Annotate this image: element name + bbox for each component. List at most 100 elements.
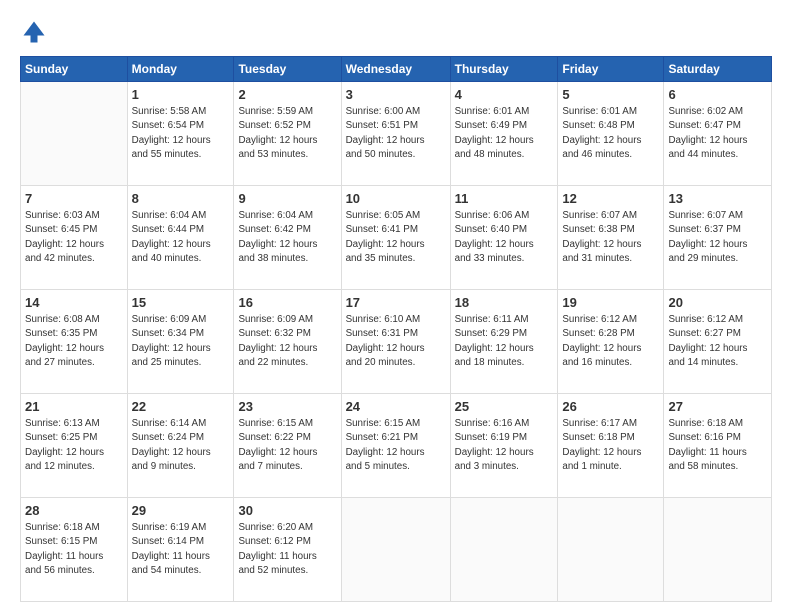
weekday-header-friday: Friday — [558, 57, 664, 82]
weekday-header-sunday: Sunday — [21, 57, 128, 82]
day-cell-24: 24Sunrise: 6:15 AM Sunset: 6:21 PM Dayli… — [341, 394, 450, 498]
day-cell-19: 19Sunrise: 6:12 AM Sunset: 6:28 PM Dayli… — [558, 290, 664, 394]
day-info: Sunrise: 6:12 AM Sunset: 6:27 PM Dayligh… — [668, 313, 767, 370]
day-info: Sunrise: 6:17 AM Sunset: 6:18 PM Dayligh… — [562, 417, 659, 474]
day-cell-13: 13Sunrise: 6:07 AM Sunset: 6:37 PM Dayli… — [664, 186, 772, 290]
day-number: 29 — [132, 502, 230, 520]
day-info: Sunrise: 6:13 AM Sunset: 6:25 PM Dayligh… — [25, 417, 123, 474]
day-cell-9: 9Sunrise: 6:04 AM Sunset: 6:42 PM Daylig… — [234, 186, 341, 290]
calendar-body: 1Sunrise: 5:58 AM Sunset: 6:54 PM Daylig… — [21, 82, 772, 602]
day-cell-21: 21Sunrise: 6:13 AM Sunset: 6:25 PM Dayli… — [21, 394, 128, 498]
day-number: 19 — [562, 294, 659, 312]
day-cell-3: 3Sunrise: 6:00 AM Sunset: 6:51 PM Daylig… — [341, 82, 450, 186]
day-number: 26 — [562, 398, 659, 416]
day-cell-14: 14Sunrise: 6:08 AM Sunset: 6:35 PM Dayli… — [21, 290, 128, 394]
day-info: Sunrise: 6:09 AM Sunset: 6:34 PM Dayligh… — [132, 313, 230, 370]
day-number: 6 — [668, 86, 767, 104]
weekday-header-wednesday: Wednesday — [341, 57, 450, 82]
day-info: Sunrise: 6:14 AM Sunset: 6:24 PM Dayligh… — [132, 417, 230, 474]
day-info: Sunrise: 6:07 AM Sunset: 6:37 PM Dayligh… — [668, 209, 767, 266]
day-info: Sunrise: 6:01 AM Sunset: 6:48 PM Dayligh… — [562, 105, 659, 162]
day-info: Sunrise: 6:00 AM Sunset: 6:51 PM Dayligh… — [346, 105, 446, 162]
day-cell-22: 22Sunrise: 6:14 AM Sunset: 6:24 PM Dayli… — [127, 394, 234, 498]
day-info: Sunrise: 6:19 AM Sunset: 6:14 PM Dayligh… — [132, 521, 230, 578]
day-info: Sunrise: 5:58 AM Sunset: 6:54 PM Dayligh… — [132, 105, 230, 162]
empty-cell — [664, 498, 772, 602]
header — [20, 18, 772, 46]
day-number: 12 — [562, 190, 659, 208]
day-number: 14 — [25, 294, 123, 312]
day-number: 27 — [668, 398, 767, 416]
day-info: Sunrise: 6:10 AM Sunset: 6:31 PM Dayligh… — [346, 313, 446, 370]
day-info: Sunrise: 6:06 AM Sunset: 6:40 PM Dayligh… — [455, 209, 554, 266]
day-number: 18 — [455, 294, 554, 312]
logo-icon — [20, 18, 48, 46]
empty-cell — [21, 82, 128, 186]
day-number: 13 — [668, 190, 767, 208]
day-number: 22 — [132, 398, 230, 416]
day-number: 16 — [238, 294, 336, 312]
day-cell-23: 23Sunrise: 6:15 AM Sunset: 6:22 PM Dayli… — [234, 394, 341, 498]
week-row-5: 28Sunrise: 6:18 AM Sunset: 6:15 PM Dayli… — [21, 498, 772, 602]
day-cell-30: 30Sunrise: 6:20 AM Sunset: 6:12 PM Dayli… — [234, 498, 341, 602]
day-info: Sunrise: 6:03 AM Sunset: 6:45 PM Dayligh… — [25, 209, 123, 266]
day-number: 5 — [562, 86, 659, 104]
day-cell-16: 16Sunrise: 6:09 AM Sunset: 6:32 PM Dayli… — [234, 290, 341, 394]
day-info: Sunrise: 6:20 AM Sunset: 6:12 PM Dayligh… — [238, 521, 336, 578]
day-number: 24 — [346, 398, 446, 416]
day-cell-5: 5Sunrise: 6:01 AM Sunset: 6:48 PM Daylig… — [558, 82, 664, 186]
day-info: Sunrise: 6:16 AM Sunset: 6:19 PM Dayligh… — [455, 417, 554, 474]
week-row-3: 14Sunrise: 6:08 AM Sunset: 6:35 PM Dayli… — [21, 290, 772, 394]
day-cell-26: 26Sunrise: 6:17 AM Sunset: 6:18 PM Dayli… — [558, 394, 664, 498]
day-number: 20 — [668, 294, 767, 312]
day-cell-27: 27Sunrise: 6:18 AM Sunset: 6:16 PM Dayli… — [664, 394, 772, 498]
day-cell-2: 2Sunrise: 5:59 AM Sunset: 6:52 PM Daylig… — [234, 82, 341, 186]
calendar-table: SundayMondayTuesdayWednesdayThursdayFrid… — [20, 56, 772, 602]
day-number: 9 — [238, 190, 336, 208]
day-number: 17 — [346, 294, 446, 312]
logo — [20, 18, 52, 46]
day-number: 1 — [132, 86, 230, 104]
day-cell-10: 10Sunrise: 6:05 AM Sunset: 6:41 PM Dayli… — [341, 186, 450, 290]
calendar-header: SundayMondayTuesdayWednesdayThursdayFrid… — [21, 57, 772, 82]
day-cell-15: 15Sunrise: 6:09 AM Sunset: 6:34 PM Dayli… — [127, 290, 234, 394]
day-info: Sunrise: 6:15 AM Sunset: 6:21 PM Dayligh… — [346, 417, 446, 474]
day-cell-17: 17Sunrise: 6:10 AM Sunset: 6:31 PM Dayli… — [341, 290, 450, 394]
day-number: 10 — [346, 190, 446, 208]
day-cell-20: 20Sunrise: 6:12 AM Sunset: 6:27 PM Dayli… — [664, 290, 772, 394]
day-info: Sunrise: 6:05 AM Sunset: 6:41 PM Dayligh… — [346, 209, 446, 266]
day-number: 30 — [238, 502, 336, 520]
day-info: Sunrise: 6:11 AM Sunset: 6:29 PM Dayligh… — [455, 313, 554, 370]
day-info: Sunrise: 6:18 AM Sunset: 6:15 PM Dayligh… — [25, 521, 123, 578]
weekday-header-saturday: Saturday — [664, 57, 772, 82]
day-number: 23 — [238, 398, 336, 416]
day-number: 3 — [346, 86, 446, 104]
day-cell-4: 4Sunrise: 6:01 AM Sunset: 6:49 PM Daylig… — [450, 82, 558, 186]
day-info: Sunrise: 6:18 AM Sunset: 6:16 PM Dayligh… — [668, 417, 767, 474]
day-cell-8: 8Sunrise: 6:04 AM Sunset: 6:44 PM Daylig… — [127, 186, 234, 290]
weekday-header-thursday: Thursday — [450, 57, 558, 82]
day-number: 15 — [132, 294, 230, 312]
week-row-1: 1Sunrise: 5:58 AM Sunset: 6:54 PM Daylig… — [21, 82, 772, 186]
empty-cell — [450, 498, 558, 602]
weekday-header-tuesday: Tuesday — [234, 57, 341, 82]
weekday-header-monday: Monday — [127, 57, 234, 82]
empty-cell — [341, 498, 450, 602]
day-number: 8 — [132, 190, 230, 208]
day-cell-25: 25Sunrise: 6:16 AM Sunset: 6:19 PM Dayli… — [450, 394, 558, 498]
day-info: Sunrise: 6:15 AM Sunset: 6:22 PM Dayligh… — [238, 417, 336, 474]
day-info: Sunrise: 6:08 AM Sunset: 6:35 PM Dayligh… — [25, 313, 123, 370]
day-number: 4 — [455, 86, 554, 104]
day-info: Sunrise: 6:12 AM Sunset: 6:28 PM Dayligh… — [562, 313, 659, 370]
day-info: Sunrise: 6:02 AM Sunset: 6:47 PM Dayligh… — [668, 105, 767, 162]
day-number: 7 — [25, 190, 123, 208]
day-cell-11: 11Sunrise: 6:06 AM Sunset: 6:40 PM Dayli… — [450, 186, 558, 290]
day-info: Sunrise: 6:04 AM Sunset: 6:44 PM Dayligh… — [132, 209, 230, 266]
day-cell-7: 7Sunrise: 6:03 AM Sunset: 6:45 PM Daylig… — [21, 186, 128, 290]
day-info: Sunrise: 6:04 AM Sunset: 6:42 PM Dayligh… — [238, 209, 336, 266]
day-info: Sunrise: 6:09 AM Sunset: 6:32 PM Dayligh… — [238, 313, 336, 370]
day-info: Sunrise: 6:07 AM Sunset: 6:38 PM Dayligh… — [562, 209, 659, 266]
week-row-2: 7Sunrise: 6:03 AM Sunset: 6:45 PM Daylig… — [21, 186, 772, 290]
day-number: 28 — [25, 502, 123, 520]
day-cell-6: 6Sunrise: 6:02 AM Sunset: 6:47 PM Daylig… — [664, 82, 772, 186]
